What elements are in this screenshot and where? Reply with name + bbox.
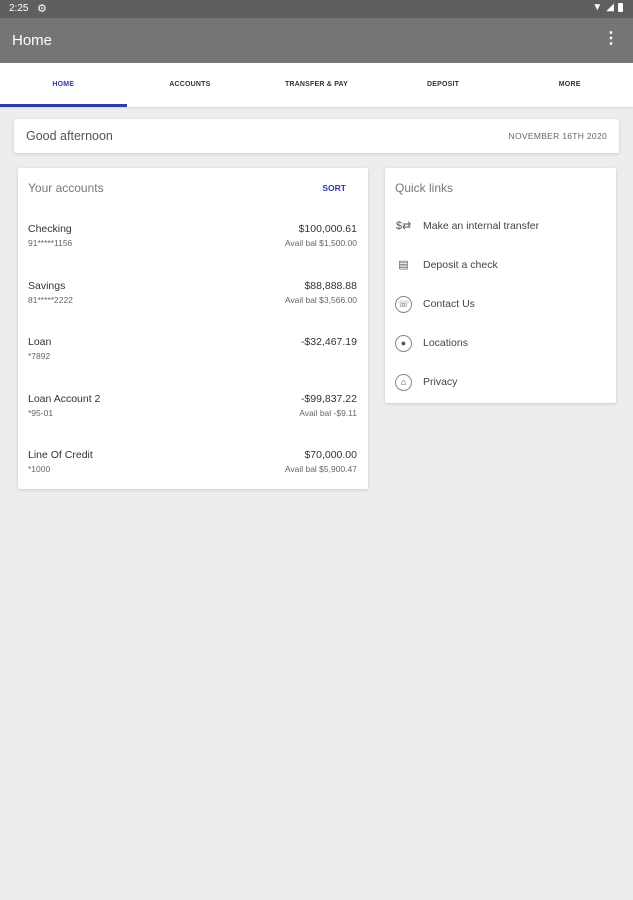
- quick-links-card: Quick links $⇄ Make an internal transfer…: [385, 168, 616, 403]
- account-available-balance: Avail bal -$9.11: [299, 408, 357, 418]
- greeting-text: Good afternoon: [26, 129, 113, 143]
- greeting-date: NOVEMBER 16TH 2020: [508, 131, 607, 141]
- bank-icon: ⌂: [395, 374, 412, 391]
- account-number: 81*****2222: [28, 295, 73, 305]
- phone-icon: ☏: [395, 296, 412, 313]
- quick-link-label: Contact Us: [423, 298, 475, 310]
- account-row[interactable]: Loan *7892 -$32,467.19: [28, 336, 357, 376]
- account-row[interactable]: Savings 81*****2222 $88,888.88 Avail bal…: [28, 280, 357, 320]
- account-number: *95-01: [28, 408, 54, 418]
- account-balance: -$32,467.19: [300, 336, 357, 348]
- tab-transfer-pay[interactable]: TRANSFER & PAY: [253, 63, 380, 107]
- quick-links-title: Quick links: [395, 181, 454, 195]
- account-balance: -$99,837.22: [300, 393, 357, 405]
- battery-icon: [618, 3, 623, 12]
- tab-more[interactable]: MORE: [506, 63, 633, 107]
- tab-label: MORE: [558, 81, 581, 88]
- more-vert-icon[interactable]: ⋮: [603, 31, 619, 47]
- status-bar: 2:25 ⚙ ▼ ◢: [0, 0, 633, 18]
- tab-label: HOME: [52, 81, 75, 88]
- account-row[interactable]: Line Of Credit *1000 $70,000.00 Avail ba…: [28, 449, 357, 489]
- account-name: Checking: [28, 223, 72, 235]
- account-row[interactable]: Checking 91*****1156 $100,000.61 Avail b…: [28, 223, 357, 263]
- greeting-card: Good afternoon NOVEMBER 16TH 2020: [14, 119, 619, 153]
- system-icons: ▼ ◢: [592, 2, 623, 13]
- quick-link-deposit-check[interactable]: ▤ Deposit a check: [395, 257, 606, 279]
- tab-accounts[interactable]: ACCOUNTS: [127, 63, 254, 107]
- tab-label: ACCOUNTS: [169, 81, 211, 88]
- account-number: 91*****1156: [28, 238, 73, 248]
- account-name: Savings: [28, 280, 66, 292]
- tab-bar: HOME ACCOUNTS TRANSFER & PAY DEPOSIT MOR…: [0, 63, 633, 107]
- quick-link-contact-us[interactable]: ☏ Contact Us: [395, 296, 606, 318]
- account-number: *7892: [28, 351, 51, 361]
- transfer-icon: $⇄: [395, 220, 412, 232]
- wifi-icon: ▼: [592, 2, 603, 13]
- accounts-card: Your accounts SORT Checking 91*****1156 …: [18, 168, 368, 489]
- account-balance: $100,000.61: [298, 223, 357, 235]
- account-row[interactable]: Loan Account 2 *95-01 -$99,837.22 Avail …: [28, 393, 357, 433]
- location-pin-icon: ●: [395, 335, 412, 352]
- quick-link-locations[interactable]: ● Locations: [395, 335, 606, 357]
- status-time: 2:25: [9, 3, 29, 14]
- quick-link-label: Locations: [423, 337, 468, 349]
- account-available-balance: Avail bal $3,566.00: [284, 295, 357, 305]
- app-bar: Home ⋮: [0, 18, 633, 63]
- quick-link-label: Make an internal transfer: [423, 220, 540, 232]
- account-name: Line Of Credit: [28, 449, 93, 461]
- quick-link-privacy[interactable]: ⌂ Privacy: [395, 374, 606, 396]
- check-deposit-icon: ▤: [398, 259, 409, 271]
- tab-deposit[interactable]: DEPOSIT: [380, 63, 507, 107]
- account-balance: $88,888.88: [304, 280, 357, 292]
- tab-label: TRANSFER & PAY: [284, 81, 349, 88]
- tab-label: DEPOSIT: [427, 81, 460, 88]
- quick-link-label: Privacy: [423, 376, 458, 388]
- account-available-balance: Avail bal $1,500.00: [284, 238, 357, 248]
- signal-icon: ◢: [606, 2, 614, 13]
- account-name: Loan: [28, 336, 52, 348]
- page-title: Home: [12, 32, 53, 49]
- quick-link-internal-transfer[interactable]: $⇄ Make an internal transfer: [395, 218, 606, 240]
- account-available-balance: Avail bal $5,900.47: [284, 464, 357, 474]
- tab-home[interactable]: HOME: [0, 63, 127, 107]
- account-number: *1000: [28, 464, 51, 474]
- accounts-title: Your accounts: [28, 181, 104, 195]
- gear-icon: ⚙: [37, 3, 47, 15]
- sort-button[interactable]: SORT: [322, 183, 346, 193]
- account-name: Loan Account 2: [28, 393, 101, 405]
- account-balance: $70,000.00: [304, 449, 357, 461]
- quick-link-label: Deposit a check: [423, 259, 498, 271]
